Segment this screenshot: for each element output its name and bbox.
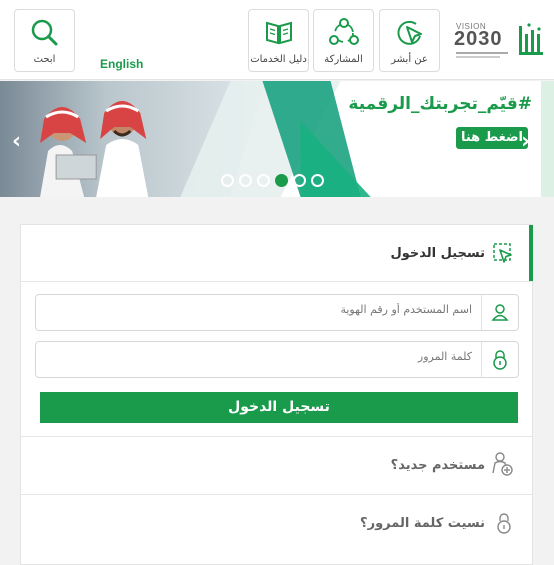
promo-banner[interactable]: #قيّم_تجربتك_الرقمية اضغط هنا ‹ ›	[0, 81, 554, 197]
services-guide-label: دليل الخدمات	[250, 54, 307, 65]
slider-dot[interactable]	[293, 174, 306, 187]
slider-dot[interactable]	[257, 174, 270, 187]
pointer-icon	[396, 20, 422, 45]
slider-dot[interactable]	[221, 174, 234, 187]
lock-icon	[493, 350, 507, 370]
absher-logo	[519, 23, 543, 55]
links-divider	[21, 494, 532, 495]
english-language-link[interactable]: English	[100, 57, 143, 71]
user-icon-box	[481, 295, 518, 330]
search-icon	[31, 19, 57, 46]
forgot-password-link[interactable]: نسيت كلمة المرور؟	[360, 516, 485, 531]
about-absher-label: عن أبشر	[391, 54, 428, 65]
vision-2030-logo: VISION 2030	[452, 18, 512, 62]
login-title: تسجيل الدخول	[390, 246, 485, 261]
slider-dot[interactable]	[275, 174, 288, 187]
slider-prev-arrow-icon[interactable]: ‹	[12, 129, 21, 154]
services-guide-button[interactable]: دليل الخدمات	[248, 9, 309, 72]
slider-next-arrow-icon[interactable]: ›	[521, 129, 530, 154]
slider-dot[interactable]	[311, 174, 324, 187]
share-nodes-icon	[328, 18, 359, 45]
login-submit-button[interactable]: تسجيل الدخول	[40, 392, 518, 423]
username-field[interactable]	[35, 294, 519, 331]
top-header: ابحث English دليل الخدمات المشاركة عن أب…	[0, 0, 554, 80]
login-icon	[493, 243, 512, 263]
section-divider	[21, 436, 532, 437]
vision-subtitle-line	[456, 52, 508, 54]
user-icon	[491, 304, 509, 321]
key-lock-icon	[497, 513, 511, 534]
title-divider	[21, 281, 532, 282]
participation-button[interactable]: المشاركة	[313, 9, 374, 72]
participation-label: المشاركة	[324, 54, 363, 65]
card-accent-bar	[529, 225, 533, 281]
book-icon	[265, 21, 292, 45]
vision-subtitle-line-2	[456, 56, 500, 58]
new-user-link[interactable]: مستخدم جديد؟	[391, 458, 485, 473]
password-input[interactable]	[72, 350, 472, 363]
slider-dot[interactable]	[239, 174, 252, 187]
username-input[interactable]	[72, 303, 472, 316]
vision-year: 2030	[454, 28, 503, 50]
lock-icon-box	[481, 342, 518, 377]
password-field[interactable]	[35, 341, 519, 378]
banner-cta-button[interactable]: اضغط هنا	[456, 127, 528, 149]
add-user-icon	[492, 452, 513, 476]
about-absher-button[interactable]: عن أبشر	[379, 9, 440, 72]
banner-headline: #قيّم_تجربتك_الرقمية	[348, 94, 532, 114]
login-card: تسجيل الدخول تسجيل الدخول مستخدم جديد؟	[20, 224, 533, 565]
search-label: ابحث	[33, 54, 56, 65]
search-button[interactable]: ابحث	[14, 9, 75, 72]
